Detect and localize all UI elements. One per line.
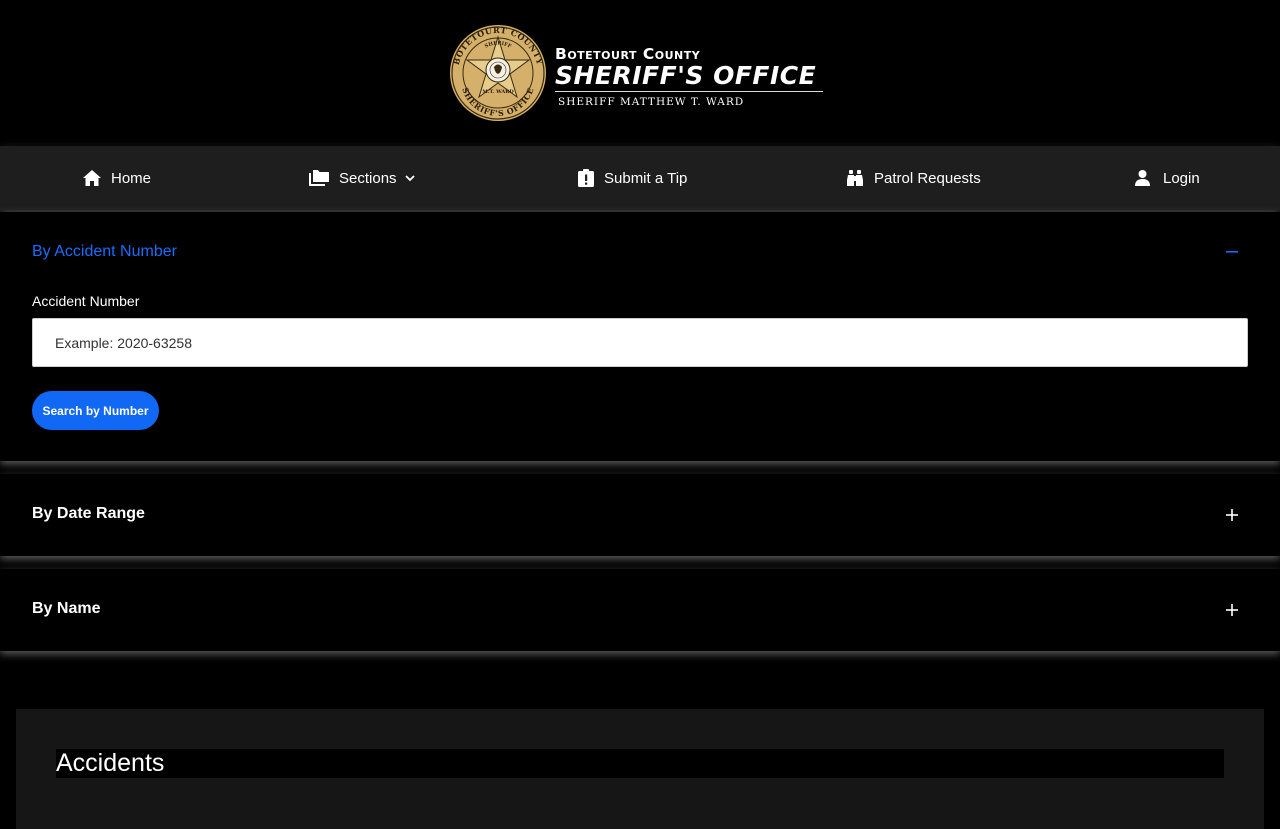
binoculars-icon bbox=[846, 170, 864, 186]
sheriff-badge-icon: BOTETOURT COUNTY SHERIFF'S OFFICE SHERIF… bbox=[450, 25, 546, 121]
search-by-number-button[interactable]: Search by Number bbox=[32, 391, 159, 430]
logo-sheriff-name: SHERIFF MATTHEW T. WARD bbox=[558, 96, 745, 108]
logo-wordmark: Botetourt County SHERIFF'S OFFICE SHERIF… bbox=[555, 45, 832, 109]
nav-item-label: Patrol Requests bbox=[874, 169, 981, 187]
site-logo[interactable]: BOTETOURT COUNTY SHERIFF'S OFFICE SHERIF… bbox=[447, 23, 832, 123]
clipboard-alert-icon bbox=[578, 169, 594, 187]
panel-by-date-range: By Date Range bbox=[0, 474, 1280, 556]
panel-by-name: By Name bbox=[0, 569, 1280, 651]
nav-item-label: Submit a Tip bbox=[604, 169, 688, 187]
panel-by-accident-number: By Accident Number Accident Number Searc… bbox=[0, 212, 1280, 461]
nav-item-home[interactable]: Home bbox=[83, 146, 151, 210]
expand-icon[interactable] bbox=[1224, 507, 1240, 523]
chevron-down-icon bbox=[404, 174, 415, 182]
nav-item-label: Sections bbox=[339, 169, 397, 187]
site-header: BOTETOURT COUNTY SHERIFF'S OFFICE SHERIF… bbox=[0, 0, 1280, 146]
accident-number-label: Accident Number bbox=[32, 293, 140, 309]
panel-title-by-date-range[interactable]: By Date Range bbox=[32, 505, 145, 523]
home-icon bbox=[83, 170, 101, 186]
results-title-bar: Accidents bbox=[56, 749, 1224, 778]
collapse-icon[interactable] bbox=[1224, 244, 1240, 260]
logo-divider bbox=[555, 91, 823, 92]
nav-item-submit-tip[interactable]: Submit a Tip bbox=[578, 146, 687, 210]
nav-item-patrol-requests[interactable]: Patrol Requests bbox=[846, 146, 981, 210]
results-title: Accidents bbox=[56, 749, 165, 777]
panel-title-by-name[interactable]: By Name bbox=[32, 600, 100, 618]
logo-office: SHERIFF'S OFFICE bbox=[555, 61, 817, 90]
folders-icon bbox=[309, 170, 329, 186]
accidents-results-card: Accidents bbox=[16, 709, 1264, 829]
panel-title-by-accident-number[interactable]: By Accident Number bbox=[32, 243, 177, 261]
nav-item-label: Home bbox=[111, 169, 152, 187]
nav-item-login[interactable]: Login bbox=[1135, 146, 1200, 210]
badge-name-text: M.T. WARD bbox=[482, 89, 514, 95]
main-nav: Home Sections Submit a Tip Patrol Reques… bbox=[0, 146, 1280, 210]
accident-number-input[interactable] bbox=[32, 318, 1248, 367]
expand-icon[interactable] bbox=[1224, 602, 1240, 618]
nav-item-label: Login bbox=[1163, 169, 1200, 187]
nav-item-sections[interactable]: Sections bbox=[309, 146, 415, 210]
user-icon bbox=[1135, 170, 1150, 186]
